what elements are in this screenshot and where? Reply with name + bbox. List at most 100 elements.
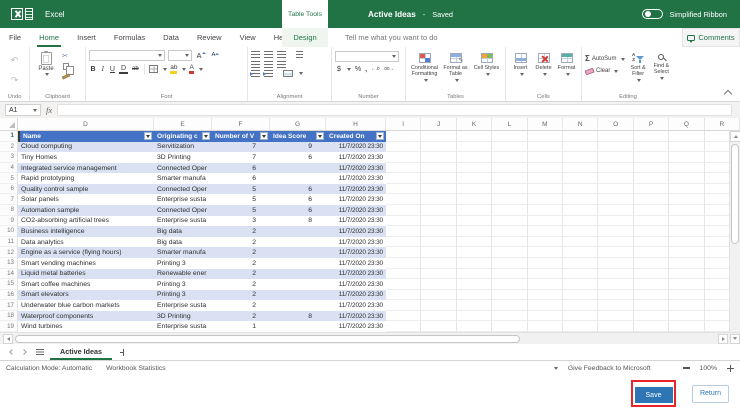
table-cell[interactable]: Smarter manufa <box>154 247 212 258</box>
table-cell[interactable]: Data analytics <box>18 237 154 248</box>
empty-cell[interactable] <box>598 269 633 280</box>
number-format-select[interactable] <box>335 51 399 62</box>
empty-cell[interactable] <box>421 216 456 227</box>
table-cell[interactable]: 11/7/2020 23:30 <box>326 300 386 311</box>
empty-cell[interactable] <box>669 247 704 258</box>
row-number[interactable]: 17 <box>0 300 18 311</box>
empty-cell[interactable] <box>598 142 633 153</box>
column-header-idea-score[interactable]: Idea Score <box>270 131 326 142</box>
empty-cell[interactable] <box>492 216 527 227</box>
empty-cell[interactable] <box>669 184 704 195</box>
table-cell[interactable]: 2 <box>212 269 270 280</box>
tab-insert[interactable]: Insert <box>68 28 105 47</box>
column-letter-j[interactable]: J <box>421 118 456 130</box>
table-cell[interactable]: Printing 3 <box>154 290 212 301</box>
table-cell[interactable]: Quality control sample <box>18 184 154 195</box>
table-cell[interactable]: Solar panels <box>18 194 154 205</box>
empty-cell[interactable] <box>492 205 527 216</box>
table-cell[interactable]: 11/7/2020 23:30 <box>326 152 386 163</box>
empty-cell[interactable] <box>669 269 704 280</box>
empty-cell[interactable] <box>421 226 456 237</box>
empty-cell[interactable] <box>669 237 704 248</box>
filter-icon[interactable] <box>260 132 268 140</box>
table-tools-tab[interactable]: Table Tools <box>282 0 328 28</box>
table-cell[interactable]: Renewable ener <box>154 269 212 280</box>
empty-cell[interactable] <box>528 152 563 163</box>
return-button[interactable]: Return <box>692 385 729 403</box>
filter-icon[interactable] <box>202 132 210 140</box>
empty-cell[interactable] <box>598 247 633 258</box>
empty-cell[interactable] <box>492 247 527 258</box>
column-header-originating-c[interactable]: Originating c <box>154 131 212 142</box>
table-cell[interactable]: 2 <box>212 290 270 301</box>
align-left-button[interactable] <box>251 61 260 68</box>
empty-cell[interactable] <box>598 184 633 195</box>
empty-cell[interactable] <box>634 216 669 227</box>
row-number[interactable]: 10 <box>0 226 18 237</box>
empty-cell[interactable] <box>634 247 669 258</box>
horizontal-scroll-thumb[interactable] <box>15 335 520 343</box>
empty-cell[interactable] <box>386 173 421 184</box>
empty-cell[interactable] <box>492 269 527 280</box>
column-letter-f[interactable]: F <box>212 118 270 130</box>
empty-cell[interactable] <box>563 279 598 290</box>
column-header-name[interactable]: Name <box>18 131 154 142</box>
column-letter-o[interactable]: O <box>598 118 633 130</box>
table-cell[interactable]: 2 <box>212 226 270 237</box>
wrap-text-button[interactable] <box>296 51 303 58</box>
percent-format-button[interactable]: % <box>355 66 361 73</box>
decrease-font-button[interactable]: A <box>210 53 221 59</box>
table-cell[interactable]: 6 <box>270 194 326 205</box>
empty-cell[interactable] <box>598 173 633 184</box>
table-cell[interactable]: 11/7/2020 23:30 <box>326 216 386 227</box>
empty-cell[interactable] <box>634 194 669 205</box>
accounting-format-button[interactable]: $ <box>337 66 341 73</box>
empty-cell[interactable] <box>563 163 598 174</box>
table-cell[interactable]: 3 <box>212 216 270 227</box>
table-cell[interactable]: CO2-absorbing artificial trees <box>18 216 154 227</box>
empty-cell[interactable] <box>421 269 456 280</box>
empty-cell[interactable] <box>563 321 598 332</box>
table-cell[interactable]: Printing 3 <box>154 279 212 290</box>
decrease-decimal-button[interactable]: .00→ <box>383 67 394 72</box>
row-number[interactable]: 14 <box>0 269 18 280</box>
row-number[interactable]: 2 <box>0 142 18 153</box>
row-number[interactable]: 3 <box>0 152 18 163</box>
add-sheet-button[interactable] <box>112 344 132 360</box>
empty-cell[interactable] <box>669 131 704 142</box>
row-number[interactable]: 12 <box>0 247 18 258</box>
empty-cell[interactable] <box>457 247 492 258</box>
table-cell[interactable] <box>270 247 326 258</box>
column-letter-d[interactable]: D <box>18 118 154 130</box>
empty-cell[interactable] <box>598 237 633 248</box>
tab-file[interactable]: File <box>0 28 30 47</box>
vertical-scrollbar[interactable] <box>729 131 740 332</box>
empty-cell[interactable] <box>563 247 598 258</box>
empty-cell[interactable] <box>528 237 563 248</box>
table-cell[interactable]: Enterprise susta <box>154 194 212 205</box>
empty-cell[interactable] <box>669 194 704 205</box>
empty-cell[interactable] <box>528 269 563 280</box>
table-cell[interactable]: 11/7/2020 23:30 <box>326 290 386 301</box>
empty-cell[interactable] <box>563 269 598 280</box>
empty-cell[interactable] <box>386 258 421 269</box>
empty-cell[interactable] <box>634 152 669 163</box>
empty-cell[interactable] <box>669 226 704 237</box>
empty-cell[interactable] <box>386 237 421 248</box>
italic-button[interactable]: I <box>100 66 105 73</box>
format-as-table-button[interactable]: Format as Table <box>440 50 471 91</box>
table-cell[interactable]: 11/7/2020 23:30 <box>326 163 386 174</box>
empty-cell[interactable] <box>634 300 669 311</box>
empty-cell[interactable] <box>457 311 492 322</box>
empty-cell[interactable] <box>457 152 492 163</box>
font-color-button[interactable]: A <box>189 65 193 74</box>
empty-cell[interactable] <box>421 279 456 290</box>
table-cell[interactable]: 3D Printing <box>154 152 212 163</box>
empty-cell[interactable] <box>421 205 456 216</box>
empty-cell[interactable] <box>457 194 492 205</box>
empty-cell[interactable] <box>634 237 669 248</box>
sort-filter-button[interactable]: AZ Sort & Filter <box>629 50 648 91</box>
empty-cell[interactable] <box>669 205 704 216</box>
row-number[interactable]: 13 <box>0 258 18 269</box>
row-number[interactable]: 19 <box>0 321 18 332</box>
